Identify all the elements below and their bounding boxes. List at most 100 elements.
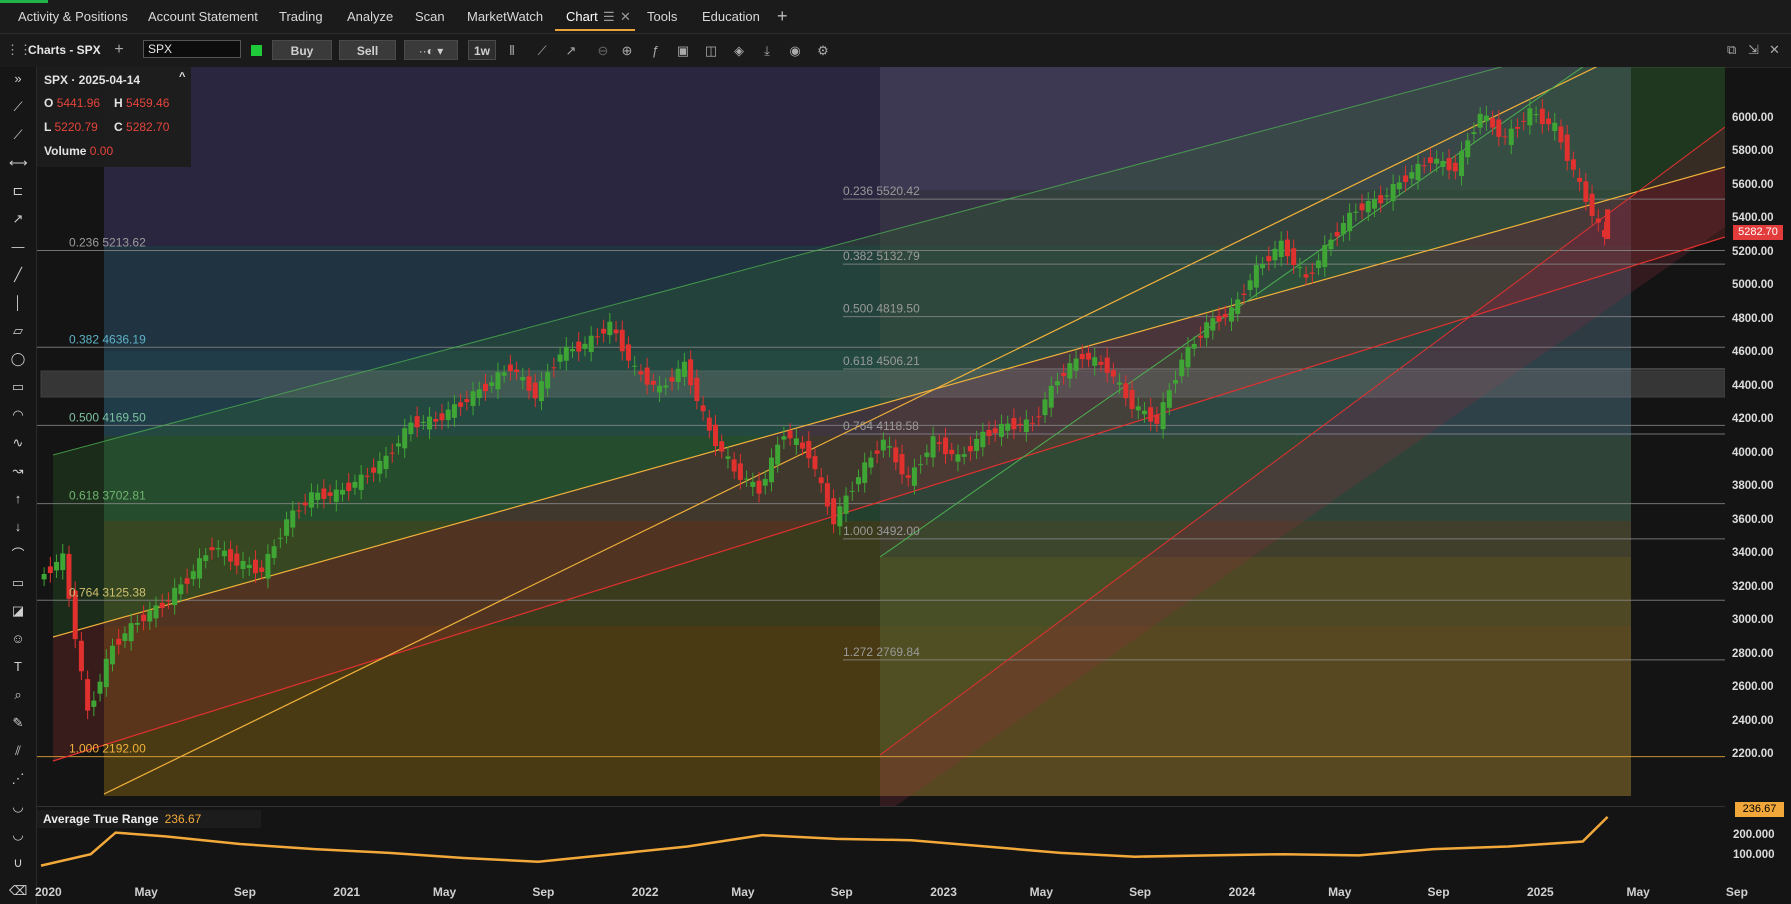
- price-chart[interactable]: 0.236 5213.62 0.382 4636.19 0.500 4169.50 0…: [37, 67, 1725, 806]
- candle-body: [601, 328, 607, 334]
- candle-body: [526, 376, 532, 391]
- candle-body: [1011, 418, 1017, 430]
- studies-icon[interactable]: ↗: [562, 42, 580, 60]
- vertical-line-icon[interactable]: │: [9, 294, 27, 312]
- image-icon[interactable]: ▣: [674, 42, 692, 60]
- fib-arc-icon[interactable]: ◡: [9, 798, 27, 816]
- candle-body: [85, 679, 91, 711]
- candle-body: [60, 553, 66, 571]
- candle-body: [1322, 244, 1328, 268]
- sell-button[interactable]: Sell: [339, 40, 396, 60]
- nav-scan[interactable]: Scan: [415, 9, 445, 24]
- candle-body: [893, 447, 899, 463]
- price-axis-label: 3800.00: [1732, 480, 1774, 493]
- buy-button[interactable]: Buy: [272, 40, 332, 60]
- symbol-input[interactable]: [143, 40, 241, 58]
- pitchfork-icon[interactable]: ⫽: [9, 742, 27, 760]
- expand-icon[interactable]: »: [9, 70, 27, 88]
- interval-button[interactable]: 1w: [468, 40, 496, 60]
- callout-icon[interactable]: ◪: [9, 602, 27, 620]
- collapse-icon[interactable]: ^: [179, 71, 185, 83]
- formula-icon[interactable]: ƒ: [646, 42, 664, 60]
- extended-line-icon[interactable]: —: [9, 238, 27, 256]
- candle-body: [234, 553, 240, 566]
- candle-body: [955, 454, 961, 462]
- price-axis-label: 5200.00: [1732, 245, 1774, 258]
- emoji-icon[interactable]: ☺: [9, 630, 27, 648]
- fib-fan-icon[interactable]: ⋰: [9, 770, 27, 788]
- candle-body: [420, 421, 426, 424]
- minimize-icon[interactable]: ⇲: [1748, 42, 1759, 58]
- open-value: 5441.96: [56, 96, 101, 110]
- price-label-icon[interactable]: ⊏: [9, 182, 27, 200]
- download-icon[interactable]: ⤓: [758, 42, 776, 60]
- atr-chart[interactable]: [37, 807, 1725, 883]
- fib-circle-icon[interactable]: ◡: [9, 826, 27, 844]
- candle-body: [134, 622, 140, 625]
- detach-icon[interactable]: ⧉: [1727, 42, 1736, 58]
- horizontal-line-icon[interactable]: ⟷: [9, 154, 28, 172]
- nav-marketwatch[interactable]: MarketWatch: [467, 9, 543, 24]
- candle-body: [1452, 162, 1458, 172]
- fib-right-label: 1.272 2769.84: [843, 645, 920, 659]
- candle-body: [358, 474, 364, 490]
- price-axis-label: 3400.00: [1732, 547, 1774, 560]
- brush-icon[interactable]: ⌕: [9, 686, 27, 704]
- nav-tools[interactable]: Tools: [647, 9, 677, 24]
- candle-body: [943, 437, 949, 455]
- candle-body: [1260, 264, 1266, 269]
- nav-chart[interactable]: Chart: [566, 9, 598, 24]
- close-tab-icon[interactable]: ✕: [620, 9, 631, 25]
- draw-line-icon[interactable]: ⟋: [533, 42, 551, 60]
- zoom-in-icon[interactable]: ⊕: [618, 42, 636, 60]
- compare-icon[interactable]: ⫴: [503, 42, 521, 60]
- gear-icon[interactable]: ⚙: [814, 42, 832, 60]
- close-value: 5282.70: [126, 120, 170, 134]
- nav-account-statement[interactable]: Account Statement: [148, 9, 258, 24]
- trendline-icon[interactable]: ⟋: [9, 98, 27, 116]
- price-axis-label: 6000.00: [1732, 111, 1774, 124]
- candle-body: [1253, 265, 1259, 288]
- semicircle-icon[interactable]: ⌒: [9, 546, 27, 564]
- arrow-up-icon[interactable]: ↑: [9, 490, 27, 508]
- channel-icon[interactable]: ▱: [9, 322, 27, 340]
- curve-icon[interactable]: ∿: [9, 434, 27, 452]
- layers-icon[interactable]: ◈: [730, 42, 748, 60]
- candle-body: [1589, 193, 1595, 216]
- candle-body: [1490, 118, 1496, 128]
- candle-body: [1564, 134, 1570, 161]
- eraser-icon[interactable]: ⌫: [9, 882, 27, 900]
- plus-icon[interactable]: +: [777, 6, 788, 27]
- candle-body: [613, 329, 619, 334]
- comment-icon[interactable]: ▭: [9, 574, 27, 592]
- candle-body: [532, 382, 538, 399]
- time-axis[interactable]: 2020 May Sep 2021 May Sep 2022 May Sep 2023 May Sep…: [35, 882, 1748, 904]
- pencil-line-icon[interactable]: ╱: [9, 266, 27, 284]
- rectangle-icon[interactable]: ▭: [9, 378, 27, 396]
- nav-trading[interactable]: Trading: [279, 9, 323, 24]
- ellipse-icon[interactable]: ◯: [9, 350, 27, 368]
- menu-icon[interactable]: ☰: [603, 9, 615, 25]
- layout-icon[interactable]: ◫: [702, 42, 720, 60]
- add-chart-icon[interactable]: +: [110, 41, 128, 59]
- arrow-line-icon[interactable]: ↗: [9, 210, 27, 228]
- chart-style-dropdown[interactable]: ··◐ ▾: [404, 40, 458, 60]
- zoom-out-icon[interactable]: ⊖: [594, 42, 612, 60]
- magnet-icon[interactable]: ∪: [9, 854, 27, 872]
- ray-icon[interactable]: ⟋: [9, 126, 27, 144]
- camera-icon[interactable]: ◉: [786, 42, 804, 60]
- candle-body: [1061, 373, 1067, 376]
- pen-icon[interactable]: ✎: [9, 714, 27, 732]
- close-icon[interactable]: ✕: [1769, 42, 1780, 58]
- nav-analyze[interactable]: Analyze: [347, 9, 393, 24]
- candle-body: [918, 464, 924, 466]
- nav-education[interactable]: Education: [702, 9, 760, 24]
- nav-activity-positions[interactable]: Activity & Positions: [18, 9, 128, 24]
- path-icon[interactable]: ↝: [9, 462, 27, 480]
- arrow-down-icon[interactable]: ↓: [9, 518, 27, 536]
- fib-left-label: 0.382 4636.19: [69, 332, 146, 346]
- drag-handle-icon[interactable]: ⋮⋮: [6, 41, 32, 59]
- text-icon[interactable]: T: [9, 658, 27, 676]
- candle-body: [719, 441, 725, 452]
- arc-icon[interactable]: ◠: [9, 406, 27, 424]
